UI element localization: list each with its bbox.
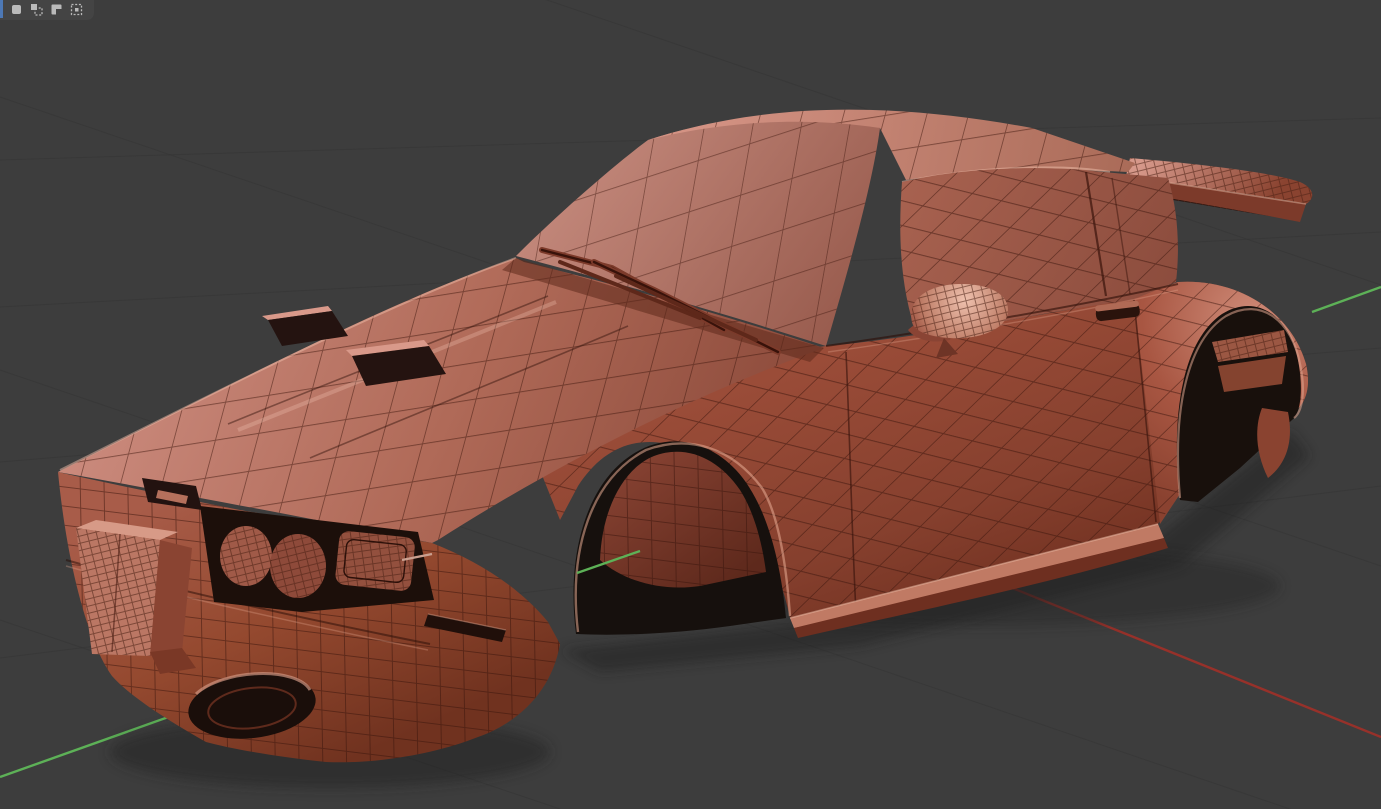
select-set-icon xyxy=(12,4,21,14)
select-subtract-icon xyxy=(51,4,62,14)
scene-canvas xyxy=(0,0,1381,809)
select-mode-set-button[interactable] xyxy=(10,3,23,16)
select-extend-icon xyxy=(31,3,43,16)
headlight xyxy=(335,531,415,591)
viewport-3d[interactable] xyxy=(0,0,1381,809)
tool-header xyxy=(0,0,94,20)
select-mode-intersect-button[interactable] xyxy=(70,3,83,16)
car-model[interactable] xyxy=(58,109,1313,763)
select-mode-subtract-button[interactable] xyxy=(50,3,63,16)
select-mode-extend-button[interactable] xyxy=(30,3,43,16)
select-intersect-icon xyxy=(70,3,83,15)
active-tool-highlight xyxy=(0,0,3,18)
